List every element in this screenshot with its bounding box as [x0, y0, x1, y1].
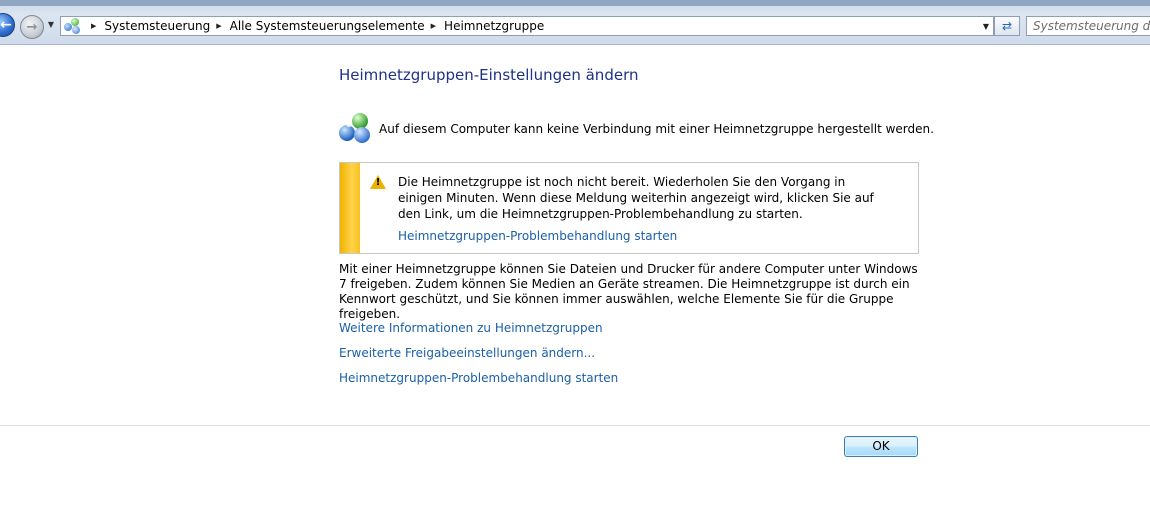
homegroup-icon — [339, 113, 371, 143]
warning-box: ! Die Heimnetzgruppe ist noch nicht bere… — [339, 162, 919, 254]
refresh-icon: ⇄ — [1001, 19, 1013, 33]
forward-arrow-icon: → — [26, 19, 38, 35]
breadcrumb-chevron-icon[interactable]: ▶ — [431, 22, 436, 30]
breadcrumb-alle-elemente[interactable]: Alle Systemsteuerungselemente — [230, 19, 425, 33]
address-bar[interactable]: ▶ Systemsteuerung ▶ Alle Systemsteuerung… — [60, 16, 994, 36]
address-dropdown-icon[interactable]: ▼ — [978, 22, 993, 31]
troubleshooter-link[interactable]: Heimnetzgruppen-Problembehandlung starte… — [339, 371, 618, 385]
warning-icon-mark: ! — [375, 177, 381, 188]
page-title: Heimnetzgruppen-Einstellungen ändern — [339, 66, 639, 84]
explorer-toolbar: ← → ▼ ▶ Systemsteuerung ▶ Alle Systemste… — [0, 0, 1150, 45]
ok-button[interactable]: OK — [844, 436, 918, 457]
warning-bar — [340, 163, 360, 253]
back-button[interactable]: ← — [0, 13, 15, 37]
troubleshooter-link-warning[interactable]: Heimnetzgruppen-Problembehandlung starte… — [398, 229, 677, 243]
advanced-sharing-link[interactable]: Erweiterte Freigabeeinstellungen ändern.… — [339, 346, 595, 360]
refresh-button[interactable]: ⇄ — [994, 16, 1020, 36]
breadcrumb-systemsteuerung[interactable]: Systemsteuerung — [104, 19, 210, 33]
status-message: Auf diesem Computer kann keine Verbindun… — [379, 122, 934, 136]
back-arrow-icon: ← — [0, 17, 12, 33]
control-panel-icon — [64, 18, 82, 34]
breadcrumb-heimnetzgruppe[interactable]: Heimnetzgruppe — [444, 19, 544, 33]
more-info-link[interactable]: Weitere Informationen zu Heimnetzgruppen — [339, 321, 603, 335]
search-input[interactable]: Systemsteuerung durchsuchen — [1026, 16, 1150, 36]
recent-pages-dropdown[interactable]: ▼ — [46, 19, 56, 31]
breadcrumb-chevron-icon[interactable]: ▶ — [91, 22, 96, 30]
warning-text: Die Heimnetzgruppe ist noch nicht bereit… — [398, 175, 874, 221]
homegroup-description: Mit einer Heimnetzgruppe können Sie Date… — [339, 262, 918, 321]
window-title-strip — [0, 0, 1150, 6]
footer-divider — [0, 425, 1150, 426]
forward-button[interactable]: → — [20, 15, 44, 39]
breadcrumb-chevron-icon[interactable]: ▶ — [216, 22, 221, 30]
